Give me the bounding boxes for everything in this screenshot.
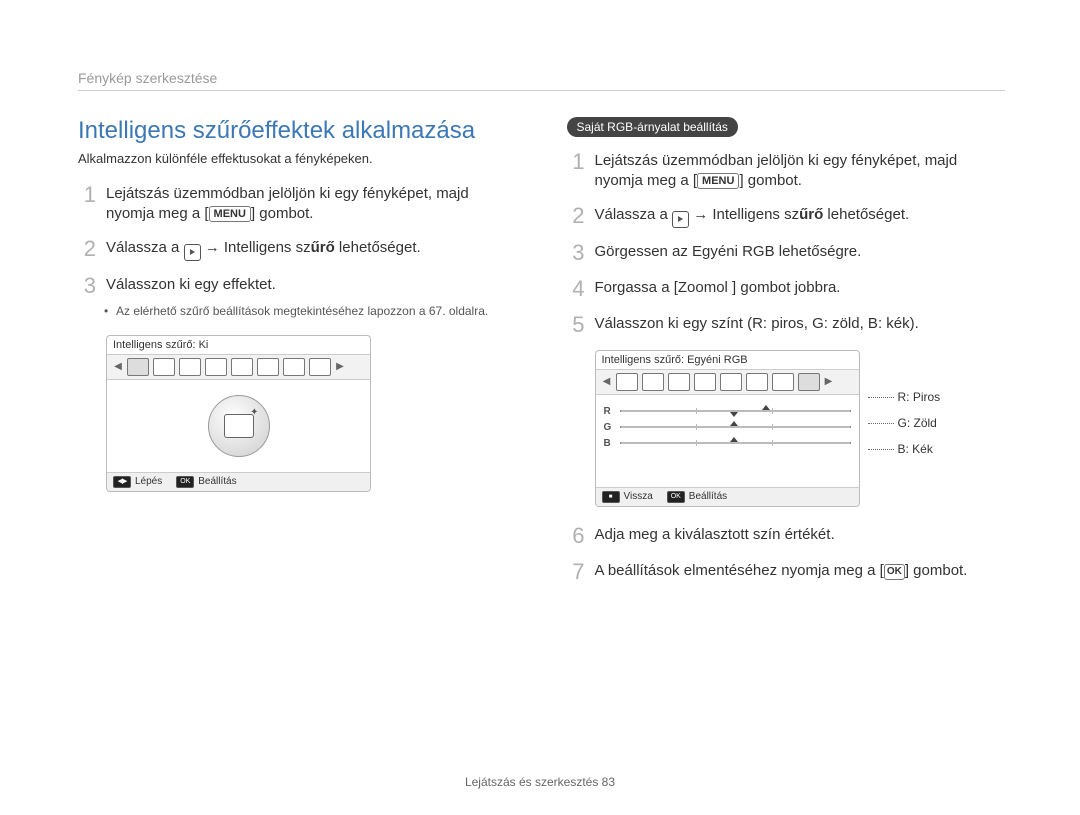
step-number: 5: [567, 314, 585, 336]
step-text: Válassza a → Intelligens szűrő lehetőség…: [595, 205, 910, 228]
strip-right-arrow[interactable]: ▶: [824, 376, 834, 387]
camera-preview-rgb: Intelligens szűrő: Egyéni RGB ◀ ▶ RGB: [595, 350, 860, 507]
left-column: Intelligens szűrőeffektek alkalmazása Al…: [78, 117, 517, 597]
step-number: 6: [567, 525, 585, 547]
leader-line: [868, 449, 894, 450]
filter-thumb[interactable]: [772, 373, 794, 391]
photo-icon: [224, 414, 254, 438]
step: 1Lejátszás üzemmódban jelöljön ki egy fé…: [78, 184, 517, 224]
filter-thumb[interactable]: [231, 358, 253, 376]
sub-note: Az elérhető szűrő beállítások megtekinté…: [106, 303, 517, 319]
step: 6 Adja meg a kiválasztott szín értékét.: [567, 525, 1006, 547]
footer-left-label: Vissza: [624, 491, 653, 502]
slider-track[interactable]: [620, 410, 851, 412]
filter-thumb[interactable]: [668, 373, 690, 391]
step: 3 Görgessen az Egyéni RGB lehetőségre.: [567, 242, 1006, 264]
breadcrumb: Fénykép szerkesztése: [78, 70, 1005, 91]
step-text: Válasszon ki egy effektet.: [106, 275, 276, 297]
rgb-legend-item: R: Piros: [868, 390, 941, 404]
strip-left-arrow[interactable]: ◀: [602, 376, 612, 387]
step-number: 7: [567, 561, 585, 583]
filter-thumb[interactable]: [694, 373, 716, 391]
footer-right-label: Beállítás: [689, 491, 727, 502]
step: 2 Válassza a → Intelligens szűrő lehetősé…: [78, 238, 517, 261]
section-badge: Saját RGB-árnyalat beállítás: [567, 117, 738, 137]
step-text: A beállítások elmentéséhez nyomja meg a …: [595, 561, 968, 583]
filter-strip: ◀ ▶: [596, 369, 859, 395]
step: 3 Válasszon ki egy effektet.: [78, 275, 517, 297]
preview-button[interactable]: [208, 395, 270, 457]
rgb-slider-row[interactable]: G: [604, 422, 851, 433]
strip-left-arrow[interactable]: ◀: [113, 361, 123, 372]
channel-label: B: [604, 438, 614, 449]
filter-thumb[interactable]: [127, 358, 149, 376]
step-number: 3: [78, 275, 96, 297]
step-number: 2: [78, 238, 96, 261]
rgb-slider-row[interactable]: B: [604, 438, 851, 449]
description: Alkalmazzon különféle effektusokat a fén…: [78, 151, 517, 166]
filter-thumb[interactable]: [205, 358, 227, 376]
page-title: Intelligens szűrőeffektek alkalmazása: [78, 117, 517, 145]
step-text: Lejátszás üzemmódban jelöljön ki egy fén…: [595, 151, 1006, 191]
step-text: Lejátszás üzemmódban jelöljön ki egy fén…: [106, 184, 517, 224]
page-footer: Lejátszás és szerkesztés 83: [0, 775, 1080, 789]
right-column: Saját RGB-árnyalat beállítás 1Lejátszás …: [567, 117, 1006, 597]
filter-thumb[interactable]: [798, 373, 820, 391]
step: 4 Forgassa a [Zoomol ] gombot jobbra.: [567, 278, 1006, 300]
footer-right-label: Beállítás: [198, 476, 236, 487]
step-number: 4: [567, 278, 585, 300]
rgb-legend-item: G: Zöld: [868, 416, 941, 430]
filter-thumb[interactable]: [720, 373, 742, 391]
ok-keycap: OK: [884, 564, 905, 580]
step-number: 2: [567, 205, 585, 228]
camera-header: Intelligens szűrő: Ki: [107, 336, 370, 354]
leader-line: [868, 397, 894, 398]
filter-strip: ◀ ▶: [107, 354, 370, 380]
play-icon: [184, 244, 201, 261]
rgb-slider-row[interactable]: R: [604, 406, 851, 417]
menu-keycap: MENU: [209, 206, 251, 222]
filter-thumb[interactable]: [642, 373, 664, 391]
camera-preview-filter: Intelligens szűrő: Ki ◀ ▶: [106, 335, 371, 492]
step: 7 A beállítások elmentéséhez nyomja meg a…: [567, 561, 1006, 583]
lr-icon: [113, 476, 131, 488]
back-icon: [602, 491, 620, 503]
step: 1Lejátszás üzemmódban jelöljön ki egy fé…: [567, 151, 1006, 191]
channel-label: R: [604, 406, 614, 417]
filter-thumb[interactable]: [257, 358, 279, 376]
filter-thumb[interactable]: [179, 358, 201, 376]
filter-thumb[interactable]: [746, 373, 768, 391]
filter-thumb[interactable]: [309, 358, 331, 376]
channel-label: G: [604, 422, 614, 433]
rgb-legend: R: Piros G: Zöld B: Kék: [868, 350, 941, 468]
camera-header: Intelligens szűrő: Egyéni RGB: [596, 351, 859, 369]
step-text: Görgessen az Egyéni RGB lehetőségre.: [595, 242, 862, 264]
filter-thumb[interactable]: [616, 373, 638, 391]
step-text: Válassza a → Intelligens szűrő lehetőség…: [106, 238, 421, 261]
rgb-legend-item: B: Kék: [868, 442, 941, 456]
leader-line: [868, 423, 894, 424]
strip-right-arrow[interactable]: ▶: [335, 361, 345, 372]
menu-keycap: MENU: [697, 173, 739, 189]
step: 2 Válassza a → Intelligens szűrő lehetősé…: [567, 205, 1006, 228]
filter-thumb[interactable]: [153, 358, 175, 376]
play-icon: [672, 211, 689, 228]
footer-left-label: Lépés: [135, 476, 162, 487]
slider-track[interactable]: [620, 426, 851, 428]
step-number: 3: [567, 242, 585, 264]
step-text: Válasszon ki egy színt (R: piros, G: zöl…: [595, 314, 919, 336]
filter-thumb[interactable]: [283, 358, 305, 376]
step: 5 Válasszon ki egy színt (R: piros, G: zö…: [567, 314, 1006, 336]
step-number: 1: [78, 184, 96, 224]
slider-track[interactable]: [620, 442, 851, 444]
ok-icon: OK: [176, 476, 194, 488]
step-number: 1: [567, 151, 585, 191]
step-text: Forgassa a [Zoomol ] gombot jobbra.: [595, 278, 841, 300]
step-text: Adja meg a kiválasztott szín értékét.: [595, 525, 835, 547]
ok-icon: OK: [667, 491, 685, 503]
